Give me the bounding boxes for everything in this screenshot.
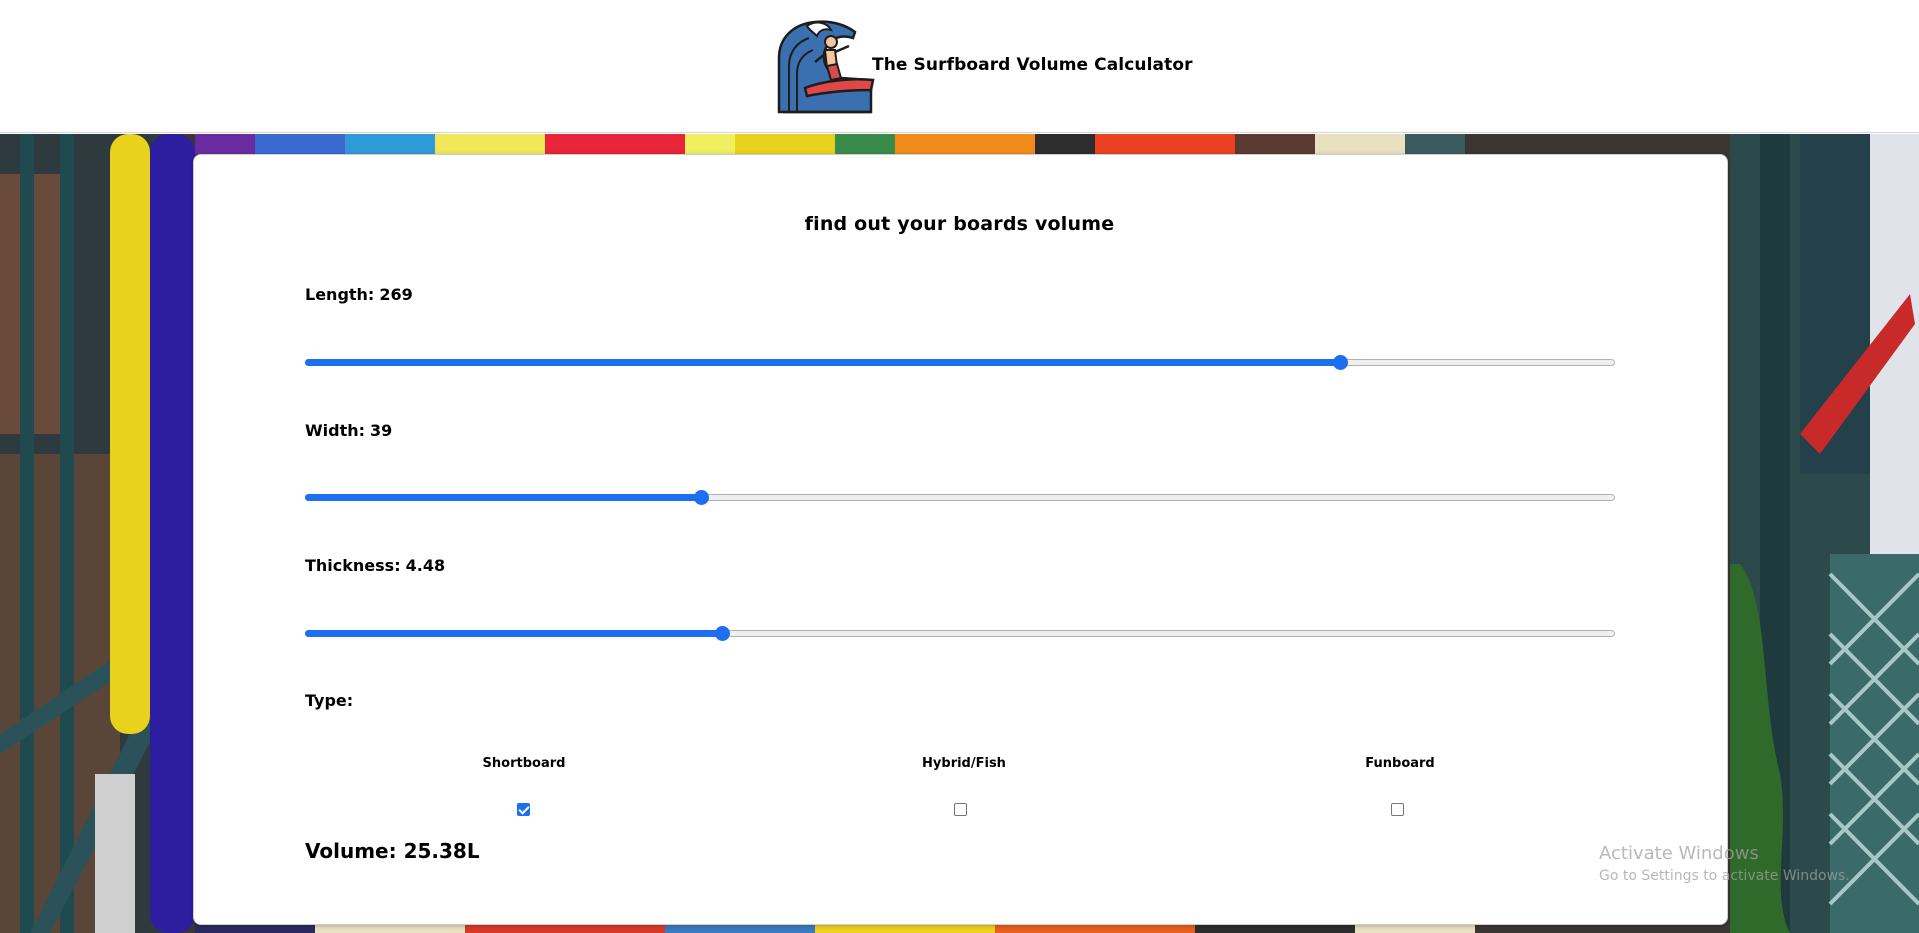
thickness-slider[interactable] [305, 623, 1615, 643]
length-slider-thumb[interactable] [1332, 355, 1348, 370]
length-slider[interactable] [305, 352, 1615, 372]
width-slider[interactable] [305, 487, 1615, 507]
width-label-text: Width: [305, 421, 366, 440]
site-header: The Surfboard Volume Calculator [0, 0, 1919, 133]
type-label: Type: [305, 691, 354, 710]
surfer-wave-icon [777, 20, 875, 114]
thickness-slider-fill [305, 630, 722, 637]
shortboard-label: Shortboard [482, 756, 566, 771]
thickness-label: Thickness: 4.48 [305, 556, 445, 575]
funboard-label: Funboard [1365, 756, 1435, 771]
thickness-value: 4.48 [405, 556, 446, 575]
type-option-hybrid-fish: Hybrid/Fish [864, 756, 1064, 774]
funboard-checkbox[interactable] [1391, 803, 1404, 816]
length-value: 269 [379, 285, 413, 304]
length-label-text: Length: [305, 285, 375, 304]
length-label: Length: 269 [305, 285, 413, 304]
site-title: The Surfboard Volume Calculator [872, 55, 1193, 75]
length-slider-fill [305, 359, 1340, 366]
hybrid-fish-label: Hybrid/Fish [922, 756, 1006, 771]
width-label: Width: 39 [305, 421, 392, 440]
thickness-label-text: Thickness: [305, 556, 401, 575]
volume-result: Volume: 25.38L [305, 839, 480, 863]
type-option-funboard: Funboard [1300, 756, 1500, 774]
watermark-subtitle: Go to Settings to activate Windows. [1599, 868, 1850, 884]
calculator-heading: find out your boards volume [804, 213, 1115, 235]
hybrid-fish-checkbox[interactable] [954, 803, 967, 816]
watermark-title: Activate Windows [1599, 843, 1759, 864]
width-slider-thumb[interactable] [693, 490, 709, 505]
width-value: 39 [370, 421, 393, 440]
shortboard-checkbox[interactable] [517, 803, 530, 816]
windows-activation-watermark: Activate Windows Go to Settings to activ… [1599, 843, 1850, 884]
width-slider-fill [305, 494, 701, 501]
thickness-slider-thumb[interactable] [714, 626, 730, 641]
type-option-shortboard: Shortboard [424, 756, 624, 774]
